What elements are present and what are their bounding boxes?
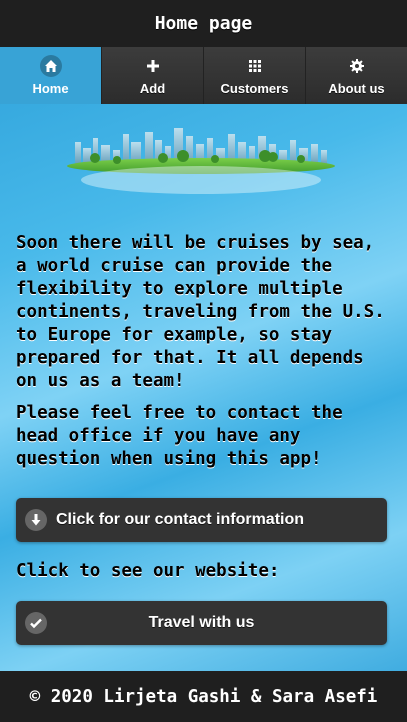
home-icon xyxy=(39,55,62,77)
nav-customers-label: Customers xyxy=(220,81,289,96)
page-footer: © 2020 Lirjeta Gashi & Sara Asefi xyxy=(0,671,407,722)
plus-icon xyxy=(142,55,164,77)
contact-paragraph: Please feel free to contact the head off… xyxy=(16,403,343,469)
travel-with-us-button-label: Travel with us xyxy=(148,614,255,631)
nav-customers[interactable]: Customers xyxy=(204,47,306,104)
main-content: Soon there will be cruises by sea, a wor… xyxy=(16,232,391,480)
city-skyline-image xyxy=(67,128,335,194)
contact-info-button-label: Click for our contact information xyxy=(56,511,305,528)
intro-paragraph: Soon there will be cruises by sea, a wor… xyxy=(16,233,385,391)
arrow-down-icon xyxy=(25,509,47,531)
nav-add[interactable]: Add xyxy=(102,47,204,104)
nav-home[interactable]: Home xyxy=(0,47,102,104)
nav-about-us-label: About us xyxy=(328,81,385,96)
contact-info-button[interactable]: Click for our contact information xyxy=(16,498,387,542)
nav-about-us[interactable]: About us xyxy=(306,47,407,104)
navbar: Home Add Customers About us xyxy=(0,47,407,104)
page-title: Home page xyxy=(154,13,253,34)
website-label: Click to see our website: xyxy=(16,561,280,581)
gear-icon xyxy=(346,55,368,77)
travel-with-us-button[interactable]: Travel with us xyxy=(16,601,387,645)
page-header: Home page xyxy=(0,0,407,47)
nav-home-label: Home xyxy=(32,81,69,96)
nav-add-label: Add xyxy=(139,81,166,96)
grid-icon xyxy=(244,55,266,77)
copyright-text: © 2020 Lirjeta Gashi & Sara Asefi xyxy=(29,686,378,707)
